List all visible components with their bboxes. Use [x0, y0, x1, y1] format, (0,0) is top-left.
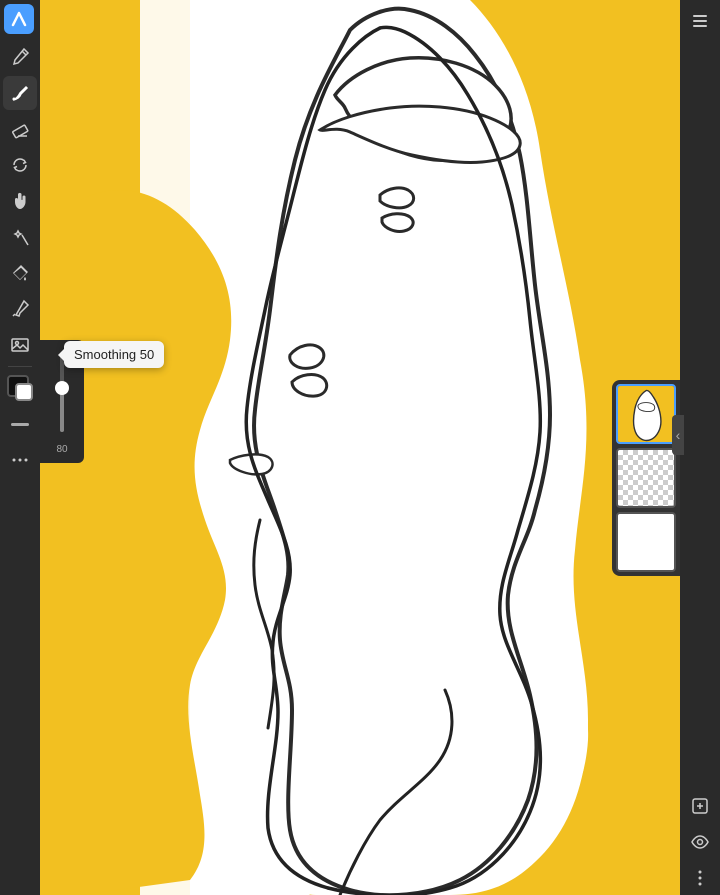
transform-tool[interactable]: [3, 148, 37, 182]
hand-tool[interactable]: [3, 184, 37, 218]
brush-tool[interactable]: [3, 76, 37, 110]
left-toolbar: [0, 0, 40, 895]
image-tool[interactable]: [3, 328, 37, 362]
more-options-button[interactable]: [683, 861, 717, 895]
app-menu-button[interactable]: [683, 4, 717, 38]
smoothing-label: Smoothing 50: [74, 347, 154, 362]
app-logo[interactable]: [4, 4, 34, 34]
brush-size-value: 80: [56, 444, 67, 455]
stroke-style[interactable]: [3, 407, 37, 441]
drawing-canvas: [40, 0, 680, 895]
visibility-button[interactable]: [683, 825, 717, 859]
right-toolbar: [680, 0, 720, 895]
layer-1-thumb[interactable]: [616, 384, 676, 444]
magic-wand-tool[interactable]: [3, 220, 37, 254]
more-tools[interactable]: [3, 443, 37, 477]
secondary-color[interactable]: [15, 383, 33, 401]
add-layer-button[interactable]: [683, 789, 717, 823]
divider: [8, 366, 32, 367]
slider-thumb[interactable]: [55, 381, 69, 395]
eyedropper-tool[interactable]: [3, 292, 37, 326]
layers-panel-expand[interactable]: [672, 415, 684, 455]
canvas-area[interactable]: [40, 0, 680, 895]
layer-3-thumb[interactable]: [616, 512, 676, 572]
smoothing-tooltip: Smoothing 50: [64, 341, 164, 368]
pen-tool[interactable]: [3, 40, 37, 74]
layers-panel: [612, 380, 680, 576]
fill-tool[interactable]: [3, 256, 37, 290]
eraser-tool[interactable]: [3, 112, 37, 146]
color-swatches[interactable]: [3, 371, 37, 405]
layer-2-thumb[interactable]: [616, 448, 676, 508]
